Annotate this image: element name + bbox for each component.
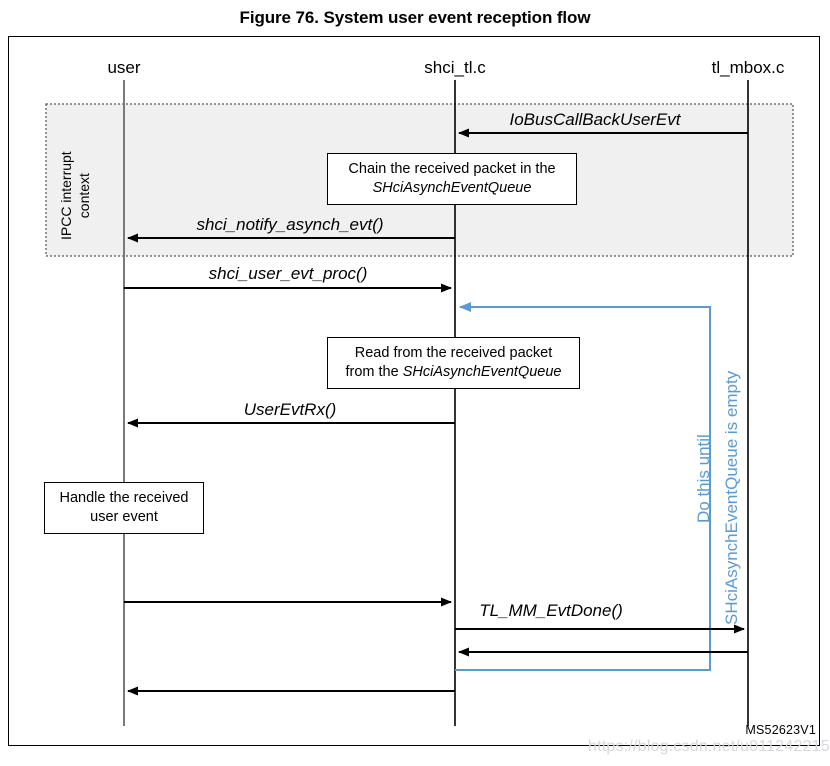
ipcc-fragment-label-line1: IPCC interrupt: [58, 151, 74, 240]
note-chain-packet: Chain the received packet in the SHciAsy…: [327, 153, 577, 205]
ipcc-fragment-label-line2: context: [75, 173, 92, 219]
note-chain-packet-line1: Chain the received packet in the: [348, 160, 556, 177]
note-read-packet-line2-prefix: from the: [345, 364, 403, 380]
watermark-text: https://blog.csdn.net/u011242215320: [588, 738, 830, 755]
label-iobus-callback-user-evt: IoBusCallBackUserEvt: [509, 110, 681, 129]
label-shci-user-evt-proc: shci_user_evt_proc(): [208, 264, 368, 283]
figure-root: Figure 76. System user event reception f…: [0, 0, 830, 766]
lifeline-header-shci-tl: shci_tl.c: [424, 58, 486, 77]
note-read-packet-line1: Read from the received packet: [354, 344, 553, 361]
note-read-packet: Read from the received packet from the S…: [327, 337, 580, 389]
note-handle-event-line1: Handle the received: [59, 489, 189, 506]
lifeline-header-tl-mbox: tl_mbox.c: [711, 58, 785, 77]
loop-label-queue-empty: SHciAsynchEventQueue is empty: [722, 370, 741, 625]
label-shci-notify-asynch-evt: shci_notify_asynch_evt(): [196, 215, 384, 234]
note-handle-event: Handle the received user event: [44, 482, 204, 534]
label-user-evt-rx: UserEvtRx(): [243, 400, 337, 419]
figure-title: Figure 76. System user event reception f…: [239, 8, 591, 27]
label-tl-mm-evt-done: TL_MM_EvtDone(): [479, 601, 623, 620]
lifeline-header-user: user: [107, 58, 141, 77]
note-read-packet-line2-wrap: from the SHciAsynchEventQueue: [346, 363, 562, 382]
note-read-packet-line2: SHciAsynchEventQueue: [402, 364, 562, 380]
note-handle-event-line2: user event: [90, 509, 158, 525]
loop-label-do-this-until: Do this until: [694, 434, 713, 523]
ipcc-fragment-label: IPCC interrupt context: [58, 151, 93, 240]
figure-id-code: MS52623V1: [745, 723, 816, 737]
note-chain-packet-line2: SHciAsynchEventQueue: [372, 180, 532, 196]
diagram-frame: [8, 36, 820, 746]
